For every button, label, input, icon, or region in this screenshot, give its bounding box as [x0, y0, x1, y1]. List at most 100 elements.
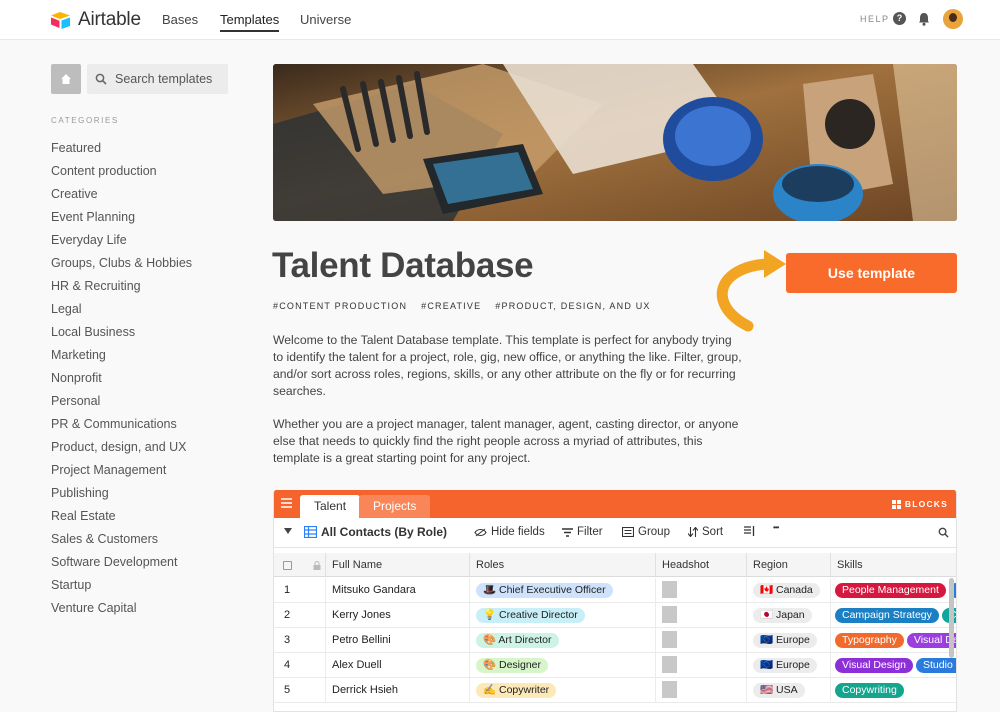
cell-skills[interactable]: Visual DesignStudio M	[831, 653, 956, 678]
tag-creative[interactable]: #CREATIVE	[421, 301, 481, 311]
vertical-scrollbar[interactable]	[949, 578, 954, 658]
cell-role[interactable]: 💡 Creative Director	[470, 603, 656, 628]
home-button[interactable]	[51, 64, 81, 94]
column-headshot[interactable]: Headshot	[656, 553, 747, 576]
blocks-icon	[891, 499, 901, 509]
airtable-logo-icon	[51, 12, 70, 29]
table-row[interactable]: 2 Kerry Jones 💡 Creative Director 🇯🇵 Japan C…	[274, 603, 956, 628]
table-row[interactable]: 1 Mitsuko Gandara 🎩 Chief Executive Office…	[274, 578, 956, 603]
cell-headshot[interactable]	[656, 603, 747, 628]
tab-projects[interactable]: Projects	[359, 495, 431, 518]
cell-full-name[interactable]: Mitsuko Gandara	[326, 578, 470, 603]
cell-region[interactable]: 🇪🇺 Europe	[747, 653, 831, 678]
select-all-checkbox[interactable]	[283, 560, 292, 570]
cell-skills[interactable]: Campaign StrategyCl	[831, 603, 956, 628]
sort-button[interactable]: Sort	[688, 526, 723, 538]
search-records-button[interactable]	[938, 527, 949, 538]
nav-universe[interactable]: Universe	[300, 12, 351, 27]
category-content-production[interactable]: Content production	[51, 162, 192, 185]
cell-full-name[interactable]: Alex Duell	[326, 653, 470, 678]
view-switcher[interactable]: All Contacts (By Role)	[304, 525, 447, 539]
nav-templates[interactable]: Templates	[220, 12, 280, 32]
airtable-logo[interactable]: Airtable	[50, 9, 141, 31]
category-real-estate[interactable]: Real Estate	[51, 507, 192, 530]
category-project-management[interactable]: Project Management	[51, 461, 192, 484]
category-featured[interactable]: Featured	[51, 139, 192, 162]
cell-region[interactable]: 🇺🇸 USA	[747, 678, 831, 703]
search-templates[interactable]: Search templates	[87, 64, 228, 94]
category-everyday-life[interactable]: Everyday Life	[51, 231, 192, 254]
cell-role[interactable]: 🎨 Designer	[470, 653, 656, 678]
blocks-button[interactable]: BLOCKS	[891, 499, 948, 509]
cell-skills[interactable]: People Management	[831, 578, 956, 603]
category-publishing[interactable]: Publishing	[51, 484, 192, 507]
more-options-button[interactable]: •••	[773, 523, 779, 532]
category-legal[interactable]: Legal	[51, 300, 192, 323]
cell-full-name[interactable]: Petro Bellini	[326, 628, 470, 653]
category-nonprofit[interactable]: Nonprofit	[51, 369, 192, 392]
top-nav: Airtable Bases Templates Universe HELP ?	[0, 0, 1000, 40]
hide-icon	[474, 528, 487, 536]
category-venture-capital[interactable]: Venture Capital	[51, 599, 192, 622]
cell-role[interactable]: 🎨 Art Director	[470, 628, 656, 653]
description-paragraph-1: Welcome to the Talent Database template.…	[273, 333, 742, 398]
cell-role[interactable]: 🎩 Chief Executive Officer	[470, 578, 656, 603]
cell-headshot[interactable]	[656, 578, 747, 603]
help-link[interactable]: HELP	[860, 14, 890, 24]
cell-region[interactable]: 🇯🇵 Japan	[747, 603, 831, 628]
category-local-business[interactable]: Local Business	[51, 323, 192, 346]
cell-full-name[interactable]: Kerry Jones	[326, 603, 470, 628]
avatar[interactable]	[943, 9, 963, 29]
menu-icon[interactable]	[281, 498, 292, 508]
skill-pill: People Management	[835, 582, 946, 598]
cell-full-name[interactable]: Derrick Hsieh	[326, 678, 470, 703]
row-height-button[interactable]	[744, 526, 755, 536]
cell-region[interactable]: 🇪🇺 Europe	[747, 628, 831, 653]
cell-skills[interactable]: Typography Visual De	[831, 628, 956, 653]
brand-name: Airtable	[78, 9, 141, 30]
filter-button[interactable]: Filter	[562, 526, 603, 538]
cell-headshot[interactable]	[656, 628, 747, 653]
category-startup[interactable]: Startup	[51, 576, 192, 599]
tab-talent[interactable]: Talent	[300, 495, 361, 518]
views-toggle[interactable]	[284, 528, 292, 534]
bell-icon[interactable]	[918, 12, 930, 26]
cell-skills[interactable]: Copywriting	[831, 678, 956, 703]
column-headshot-label: Headshot	[662, 559, 710, 571]
table-row[interactable]: 5 Derrick Hsieh ✍️ Copywriter 🇺🇸 USA Copywri…	[274, 678, 956, 703]
category-product-design-ux[interactable]: Product, design, and UX	[51, 438, 192, 461]
cell-headshot[interactable]	[656, 653, 747, 678]
table-row[interactable]: 3 Petro Bellini 🎨 Art Director 🇪🇺 Europe Typ…	[274, 628, 956, 653]
column-region-label: Region	[753, 559, 788, 571]
category-software-development[interactable]: Software Development	[51, 553, 192, 576]
role-pill: 🎨 Designer	[476, 657, 549, 673]
category-sales-customers[interactable]: Sales & Customers	[51, 530, 192, 553]
column-region[interactable]: Region	[747, 553, 831, 576]
category-personal[interactable]: Personal	[51, 392, 192, 415]
nav-bases[interactable]: Bases	[162, 12, 198, 27]
select-all-column[interactable]	[274, 553, 326, 576]
column-roles[interactable]: Roles	[470, 553, 656, 576]
tag-product-design-ux[interactable]: #PRODUCT, DESIGN, AND UX	[495, 301, 650, 311]
row-number: 5	[274, 678, 326, 703]
category-groups-clubs[interactable]: Groups, Clubs & Hobbies	[51, 254, 192, 277]
category-marketing[interactable]: Marketing	[51, 346, 192, 369]
hide-fields-button[interactable]: Hide fields	[474, 526, 545, 538]
skill-pill: Studio M	[916, 657, 956, 673]
category-pr-communications[interactable]: PR & Communications	[51, 415, 192, 438]
column-full-name[interactable]: Full Name	[326, 553, 470, 576]
search-placeholder: Search templates	[115, 72, 213, 86]
cell-role[interactable]: ✍️ Copywriter	[470, 678, 656, 703]
base-header: Talent Projects BLOCKS	[274, 490, 956, 518]
category-event-planning[interactable]: Event Planning	[51, 208, 192, 231]
category-creative[interactable]: Creative	[51, 185, 192, 208]
category-hr-recruiting[interactable]: HR & Recruiting	[51, 277, 192, 300]
tag-content-production[interactable]: #CONTENT PRODUCTION	[273, 301, 407, 311]
column-skills[interactable]: Skills	[831, 553, 956, 576]
help-icon[interactable]: ?	[893, 12, 906, 25]
group-button[interactable]: Group	[622, 526, 670, 538]
cell-headshot[interactable]	[656, 678, 747, 703]
use-template-button[interactable]: Use template	[786, 253, 957, 293]
table-row[interactable]: 4 Alex Duell 🎨 Designer 🇪🇺 Europe Visual Des…	[274, 653, 956, 678]
cell-region[interactable]: 🇨🇦 Canada	[747, 578, 831, 603]
